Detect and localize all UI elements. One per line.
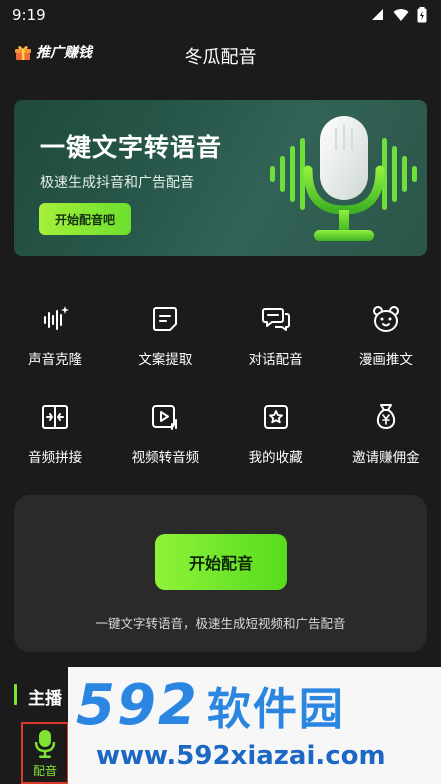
banner-title: 一键文字转语音 [40,133,223,162]
wifi-icon [393,9,409,21]
banner-subtitle: 极速生成抖音和广告配音 [40,175,194,191]
app-title: 冬瓜配音 [184,47,257,68]
invite-icon [376,404,395,429]
watermark-logo: 592 软件园 [68,672,441,738]
tab-dubbing-label: 配音 [32,764,57,778]
section-accent-bar [14,684,17,705]
start-dubbing-button[interactable]: 开始配音 [155,534,287,590]
feature-audio-splice[interactable]: 音频拼接 [0,394,110,492]
voice-clone-icon [44,306,70,330]
microphone-illustration-icon [270,116,417,241]
feature-label: 漫画推文 [358,352,413,368]
feature-label: 声音克隆 [28,352,83,368]
feature-label: 视频转音频 [131,450,200,466]
tab-dubbing[interactable]: 配音 [21,722,69,784]
status-icons [371,7,427,23]
watermark-number: 592 [76,672,199,738]
feature-video-to-audio[interactable]: 视频转音频 [110,394,220,492]
feature-row: 声音克隆 文案提取 对话配音 漫画推文 [0,296,441,394]
feature-text-extract[interactable]: 文案提取 [110,296,220,394]
microphone-tab-icon [34,730,56,758]
feature-row: 音频拼接 视频转音频 我的收藏 邀请赚佣金 [0,394,441,492]
feature-favorites[interactable]: 我的收藏 [221,394,331,492]
status-time: 9:19 [12,6,46,24]
status-bar: 9:19 [0,0,441,30]
battery-icon [417,7,427,23]
feature-label: 邀请赚佣金 [352,450,420,466]
feature-comic[interactable]: 漫画推文 [331,296,441,394]
dialogue-icon [261,308,290,331]
feature-label: 文案提取 [138,352,193,368]
comic-icon [372,306,399,332]
feature-voice-clone[interactable]: 声音克隆 [0,296,110,394]
audio-splice-icon [42,405,69,429]
start-dubbing-card: 开始配音 一键文字转语音，极速生成短视频和广告配音 [14,495,427,652]
feature-label: 我的收藏 [248,450,303,466]
feature-grid: 声音克隆 文案提取 对话配音 漫画推文 音频拼接 视频转音频 我的收藏 邀请赚佣… [0,296,441,492]
feature-label: 对话配音 [248,352,303,368]
video-to-audio-icon [152,405,178,430]
favorites-icon [263,405,288,429]
watermark-name: 软件园 [206,684,345,735]
start-dubbing-description: 一键文字转语音，极速生成短视频和广告配音 [95,616,346,631]
watermark-url: www.592xiazai.com [96,741,386,771]
banner-start-button[interactable]: 开始配音吧 [39,203,131,235]
feature-invite[interactable]: 邀请赚佣金 [331,394,441,492]
hero-banner[interactable]: 一键文字转语音 极速生成抖音和广告配音 开始配音吧 [14,100,427,256]
app-header: 推广赚钱 冬瓜配音 [0,30,441,82]
text-extract-icon [153,307,178,331]
feature-dialogue[interactable]: 对话配音 [221,296,331,394]
signal-icon [372,9,383,20]
feature-label: 音频拼接 [28,450,83,466]
watermark-overlay: 592 软件园 www.592xiazai.com [68,667,441,784]
section-title: 主播 [28,689,62,709]
